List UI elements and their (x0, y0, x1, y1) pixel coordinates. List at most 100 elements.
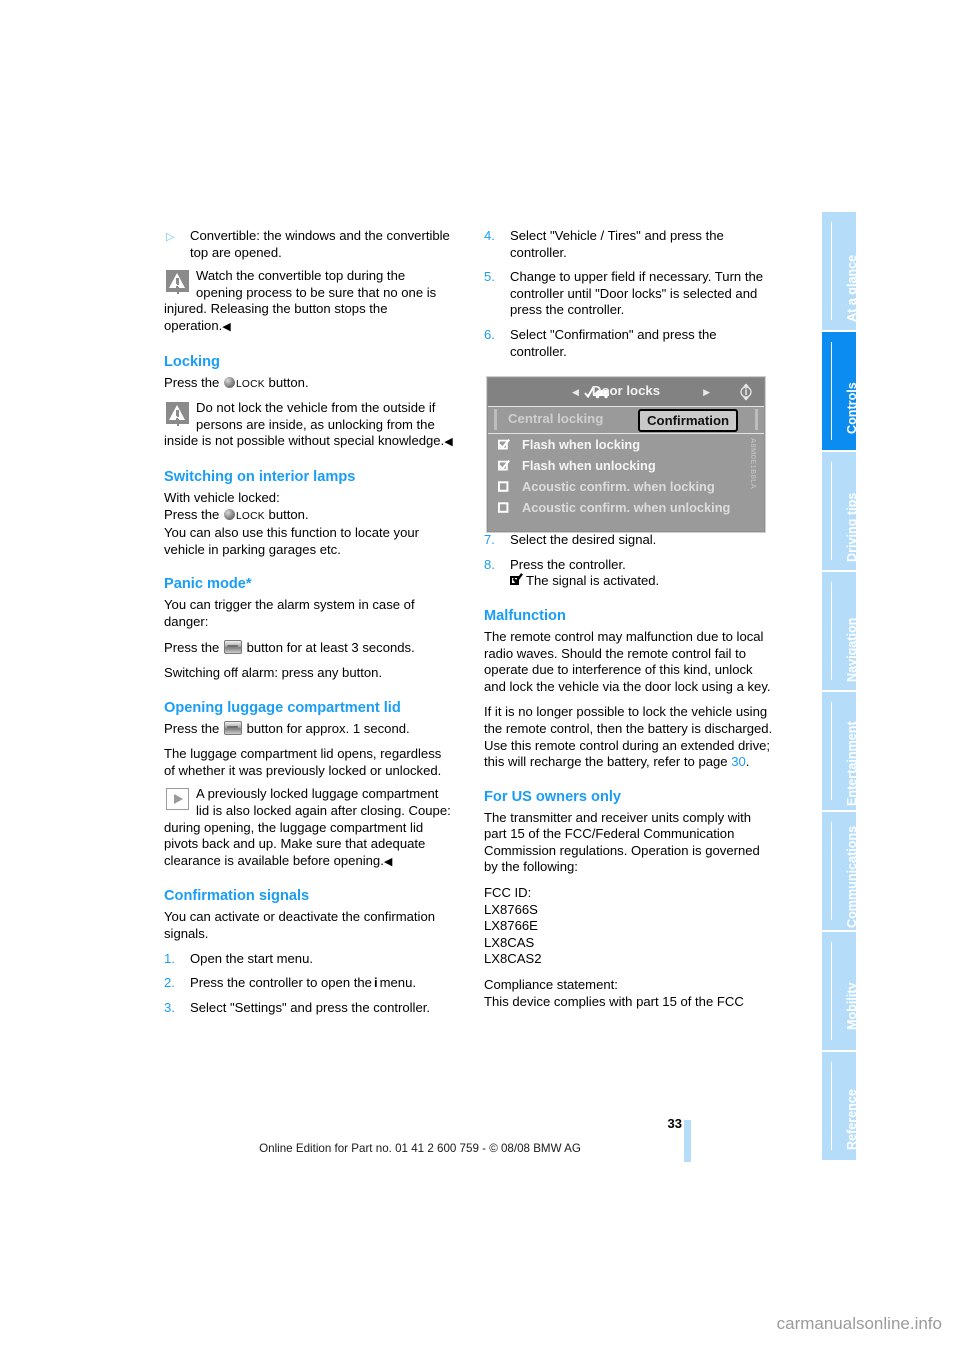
end-marker-icon: ◀ (444, 436, 453, 449)
left-text-column: ▷ Convertible: the windows and the conve… (164, 228, 454, 1016)
luggage-line-1: Press the button for approx. 1 second. (164, 720, 454, 738)
fcc-id-label: FCC ID: (484, 885, 532, 901)
step-text: Change to upper field if necessary. Turn… (510, 269, 764, 318)
tab-divider-line (831, 462, 832, 560)
step-number: 5. (484, 269, 495, 285)
tab-strip-edge-left (494, 409, 497, 430)
sidebar-tab-controls[interactable]: Controls (822, 332, 856, 450)
panic-line-2: Press the button for at least 3 seconds. (164, 639, 454, 657)
checkbox-unchecked-icon (498, 502, 509, 513)
sidebar-tab-driving-tips[interactable]: Driving tips (822, 452, 856, 570)
idrive-screen-figure: ◀ Door locks ▶ Central locking Confirmat… (486, 376, 782, 533)
warning-text: Do not lock the vehicle from the outside… (164, 400, 445, 449)
note-triangle-icon (166, 788, 189, 811)
list-item[interactable]: Flash when locking (488, 434, 764, 455)
manual-page: At a glance Controls Driving tips Naviga… (0, 0, 960, 1358)
bullet-convertible: ▷ Convertible: the windows and the conve… (164, 228, 454, 261)
list-item: 1. Open the start menu. (164, 951, 454, 968)
option-label: Acoustic confirm. when locking (522, 479, 715, 494)
list-item: 2. Press the controller to open the i menu… (164, 975, 454, 992)
checkbox-checked-icon (498, 460, 510, 471)
confirmation-steps-list-continued: 4. Select "Vehicle / Tires" and press th… (484, 228, 774, 360)
info-i-icon: i (373, 975, 378, 991)
fcc-id-value: LX8CAS2 (484, 951, 542, 967)
check-mark-icon (512, 573, 523, 585)
sidebar-tab-label: Reference (845, 1089, 856, 1150)
malfunction-p2-pre: If it is no longer possible to lock the … (484, 704, 773, 770)
interior-lamps-line-3: You can also use this function to locate… (164, 525, 420, 557)
fcc-id-value: LX8766E (484, 918, 538, 934)
heading-locking: Locking (164, 353, 220, 370)
list-item: 7. Select the desired signal. (484, 532, 774, 549)
sidebar-tab-label: Navigation (845, 617, 856, 682)
list-item: 5. Change to upper field if necessary. T… (484, 269, 774, 319)
us-owners-paragraph: The transmitter and receiver units compl… (484, 809, 760, 875)
list-item[interactable]: Acoustic confirm. when unlocking (488, 497, 764, 518)
step-number: 1. (164, 950, 175, 966)
step-text: Select "Confirmation" and press the cont… (510, 326, 717, 359)
tab-divider-line (831, 342, 832, 440)
watermark: carmanualsonline.info (776, 1314, 942, 1333)
chevron-right-icon: ▶ (703, 387, 710, 397)
page-reference-link[interactable]: 30 (731, 754, 746, 769)
checkbox-checked-icon (510, 573, 523, 587)
step-text-post: menu. (379, 975, 416, 991)
fcc-id-block: FCC ID: LX8766S LX8766E LX8CAS LX8CAS2 (484, 885, 774, 968)
locking-pre-text: Press the (164, 374, 220, 390)
idrive-tab-strip: Central locking Confirmation (488, 407, 764, 434)
note-luggage-lid: A previously locked luggage compartment … (164, 786, 454, 870)
figure-image-code-text: A8M0E1B8LA (749, 438, 758, 490)
panic-post-text: button for at least 3 seconds. (246, 639, 415, 655)
checkbox-checked-icon (498, 439, 510, 450)
panic-line-3: Switching off alarm: press any button. (164, 665, 383, 681)
heading-luggage-lid: Opening luggage compartment lid (164, 699, 401, 716)
list-item: 4. Select "Vehicle / Tires" and press th… (484, 228, 774, 261)
tab-central-locking[interactable]: Central locking (508, 411, 603, 426)
step-text-pre: Press the controller to open the (190, 975, 372, 991)
malfunction-p2-post: . (745, 754, 750, 770)
list-item[interactable]: Acoustic confirm. when locking (488, 476, 764, 497)
option-label: Flash when locking (522, 437, 641, 452)
lock-button-label: LOCK (235, 510, 265, 522)
bullet-text: Convertible: the windows and the convert… (190, 228, 450, 260)
locking-instruction: Press the LOCK button. (164, 375, 454, 394)
list-item[interactable]: Flash when unlocking (488, 455, 764, 476)
footer-accent-bar (684, 1120, 691, 1162)
sidebar-tab-communications[interactable]: Communications (822, 812, 856, 930)
option-label: Acoustic confirm. when unlocking (522, 500, 731, 515)
sidebar-tab-navigation[interactable]: Navigation (822, 572, 856, 690)
warning-icon (166, 402, 189, 425)
tab-divider-line (831, 822, 832, 920)
lock-button-icon (223, 376, 235, 388)
fcc-id-value: LX8766S (484, 901, 538, 917)
edition-line: Online Edition for Part no. 01 41 2 600 … (259, 1142, 581, 1155)
sidebar-tab-mobility[interactable]: Mobility (822, 932, 856, 1050)
fcc-id-value: LX8CAS (484, 934, 535, 950)
sidebar-tab-reference[interactable]: Reference (822, 1052, 856, 1160)
step-number: 3. (164, 999, 175, 1015)
sidebar-tab-at-a-glance[interactable]: At a glance (822, 212, 856, 330)
tab-divider-line (831, 942, 832, 1040)
sidebar-tab-label: Mobility (845, 982, 856, 1030)
list-item: 3. Select "Settings" and press the contr… (164, 1000, 454, 1017)
step-text: Select "Settings" and press the controll… (190, 999, 431, 1015)
idrive-screen-title: Door locks (591, 383, 661, 398)
heading-confirmation-signals: Confirmation signals (164, 888, 310, 905)
idrive-header-bar: ◀ Door locks ▶ (488, 378, 764, 407)
panic-pre-text: Press the (164, 639, 220, 655)
compliance-label: Compliance statement: (484, 977, 618, 993)
step-number: 6. (484, 326, 495, 342)
sidebar-tab-entertainment[interactable]: Entertainment (822, 692, 856, 810)
tab-divider-line (831, 702, 832, 800)
malfunction-paragraph-1: The remote control may malfunction due t… (484, 628, 771, 694)
lock-button-icon (223, 508, 235, 520)
list-item: 6. Select "Confirmation" and press the c… (484, 327, 774, 360)
figure-image-code: A8M0E1B8LA (749, 438, 772, 528)
warning-icon (166, 270, 189, 293)
heading-interior-lamps: Switching on interior lamps (164, 468, 356, 485)
tab-confirmation-selected[interactable]: Confirmation (638, 409, 739, 432)
warning-locking: Do not lock the vehicle from the outside… (164, 400, 454, 451)
step-sub-text: The signal is activated. (526, 573, 660, 589)
right-text-column: 4. Select "Vehicle / Tires" and press th… (484, 228, 774, 1010)
interior-lamps-line-2: Press the LOCK button. (164, 507, 454, 526)
